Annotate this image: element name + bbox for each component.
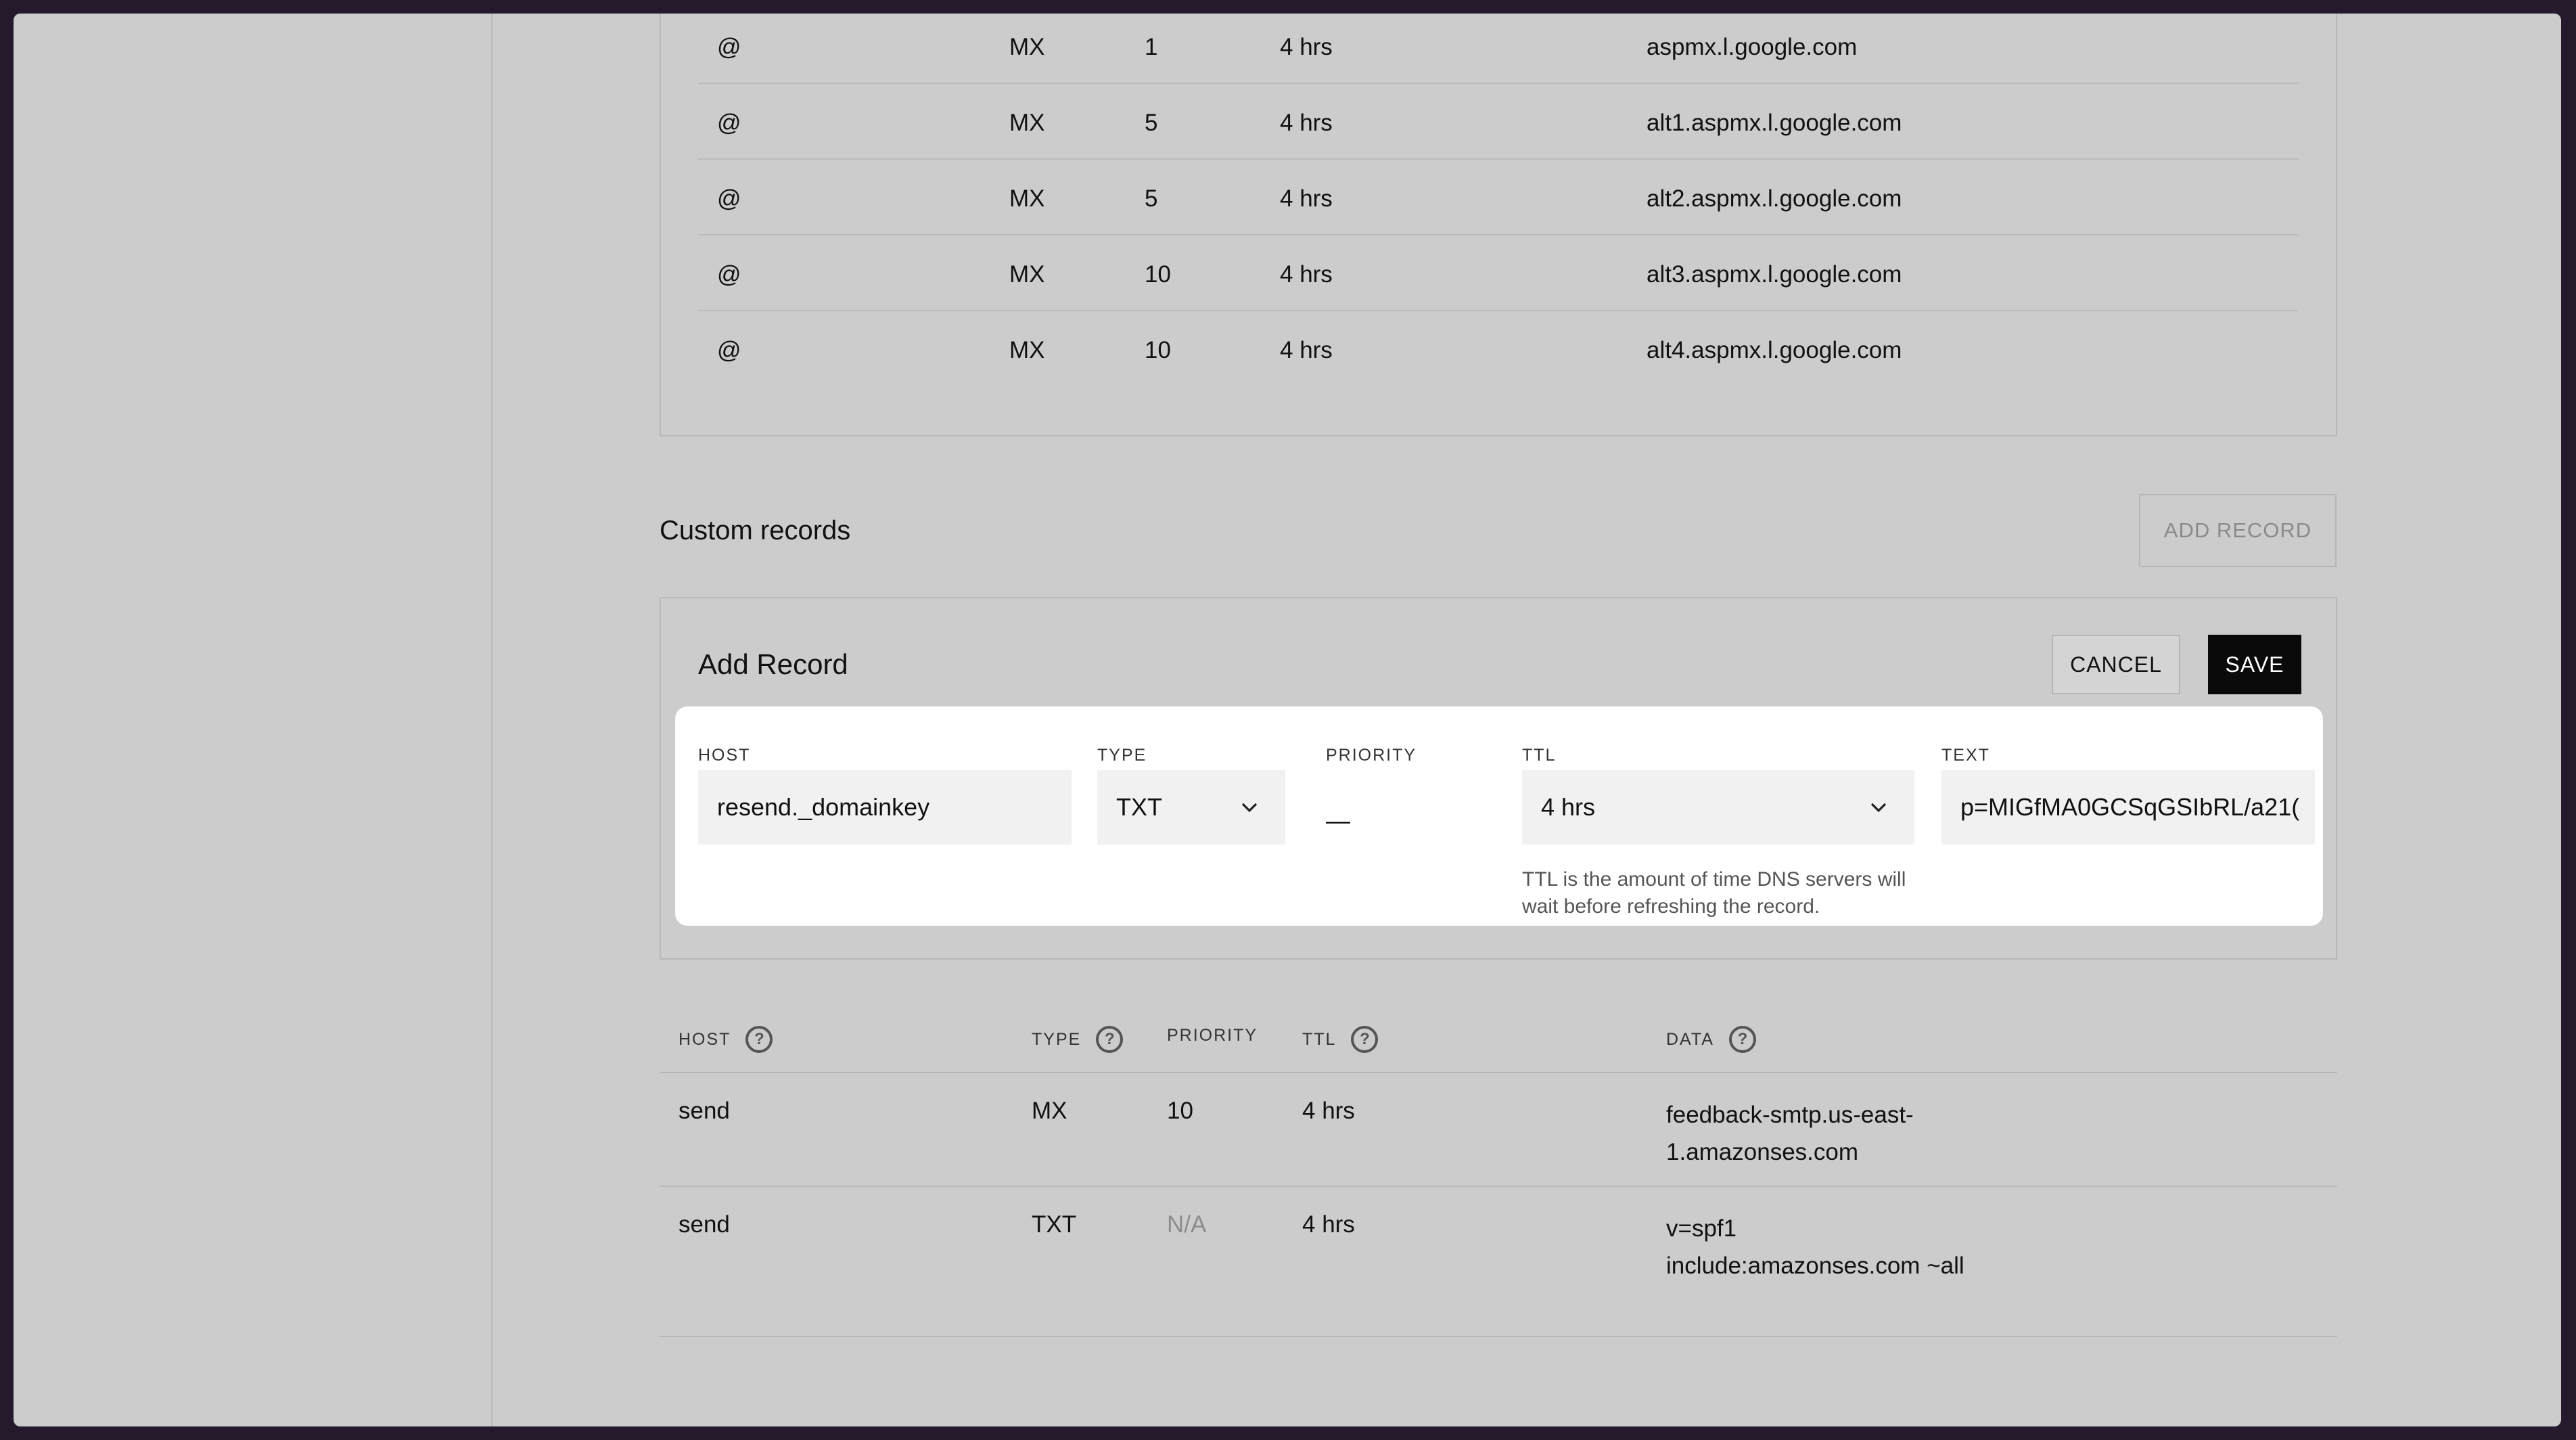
record-type: TXT [1032, 1211, 1077, 1238]
host-label: HOST [698, 746, 751, 765]
record-host: @ [717, 185, 741, 212]
table-row: @ MX 10 4 hrs alt3.aspmx.l.google.com [698, 235, 2299, 311]
add-record-form: HOST resend._domainkey TYPE TXT PRIORITY… [675, 706, 2323, 926]
record-data: aspmx.l.google.com [1647, 34, 1858, 60]
type-select[interactable]: TXT [1097, 770, 1285, 845]
record-ttl: 4 hrs [1302, 1211, 1355, 1238]
record-data: alt1.aspmx.l.google.com [1647, 110, 1902, 136]
record-type: MX [1009, 337, 1045, 363]
column-header-type: TYPE ? [1032, 1026, 1124, 1053]
add-record-title: Add Record [698, 648, 848, 680]
column-header-ttl: TTL ? [1302, 1026, 1379, 1053]
table-row: send MX 10 4 hrs feedback-smtp.us-east-1… [660, 1073, 2337, 1187]
record-data: alt4.aspmx.l.google.com [1647, 337, 1902, 363]
help-icon[interactable]: ? [745, 1026, 773, 1053]
record-data: alt2.aspmx.l.google.com [1647, 185, 1902, 212]
cancel-button[interactable]: CANCEL [2052, 635, 2180, 694]
column-header-label: DATA [1666, 1029, 1714, 1049]
record-priority: 5 [1145, 185, 1158, 212]
chevron-down-icon [1241, 803, 1258, 813]
column-header-label: HOST [678, 1029, 731, 1049]
record-data: alt3.aspmx.l.google.com [1647, 261, 1902, 288]
record-priority: 10 [1145, 261, 1171, 288]
help-icon[interactable]: ? [1728, 1026, 1756, 1053]
record-host: @ [717, 110, 741, 136]
help-icon[interactable]: ? [1096, 1026, 1124, 1053]
record-ttl: 4 hrs [1302, 1098, 1355, 1124]
record-type: MX [1009, 261, 1045, 288]
help-icon[interactable]: ? [1351, 1026, 1379, 1053]
type-label: TYPE [1097, 746, 1147, 765]
record-type: MX [1032, 1098, 1067, 1124]
record-type: MX [1009, 110, 1045, 136]
ttl-label: TTL [1522, 746, 1557, 765]
record-type: MX [1009, 34, 1045, 60]
host-input[interactable]: resend._domainkey [698, 770, 1072, 845]
chevron-down-icon [1870, 803, 1887, 813]
table-row: @ MX 10 4 hrs alt4.aspmx.l.google.com [698, 311, 2299, 387]
record-host: @ [717, 261, 741, 288]
record-priority: 1 [1145, 34, 1158, 60]
column-header-host: HOST ? [678, 1026, 773, 1053]
records-table-header: HOST ? TYPE ? PRIORITY TTL ? DATA ? [660, 1002, 2337, 1073]
table-row: send TXT N/A 4 hrs v=spf1 include:amazon… [660, 1187, 2337, 1337]
column-header-data: DATA ? [1666, 1026, 1756, 1053]
record-priority: 5 [1145, 110, 1158, 136]
record-ttl: 4 hrs [1280, 34, 1333, 60]
text-label: TEXT [1941, 746, 1990, 765]
record-ttl: 4 hrs [1280, 261, 1333, 288]
dns-settings-content: @ MX 1 4 hrs aspmx.l.google.com @ MX 5 4… [14, 14, 2561, 1426]
record-priority: N/A [1167, 1211, 1207, 1238]
table-row: @ MX 1 4 hrs aspmx.l.google.com [698, 14, 2299, 84]
record-type: MX [1009, 185, 1045, 212]
record-host: @ [717, 337, 741, 363]
record-data: feedback-smtp.us-east-1.amazonses.com [1666, 1102, 1914, 1165]
column-header-label: PRIORITY [1167, 1026, 1258, 1045]
column-header-label: TYPE [1032, 1029, 1082, 1049]
google-mx-records-panel: @ MX 1 4 hrs aspmx.l.google.com @ MX 5 4… [660, 14, 2337, 436]
ttl-select[interactable]: 4 hrs [1522, 770, 1914, 845]
record-priority: 10 [1145, 337, 1171, 363]
text-input[interactable]: p=MIGfMA0GCSqGSIbRL/a21( [1941, 770, 2315, 845]
table-row: @ MX 5 4 hrs alt2.aspmx.l.google.com [698, 160, 2299, 235]
record-data: v=spf1 include:amazonses.com ~all [1666, 1215, 1964, 1279]
section-title: Custom records [660, 516, 851, 545]
column-header-label: TTL [1302, 1029, 1337, 1049]
priority-value: — [1326, 807, 1350, 834]
record-ttl: 4 hrs [1280, 337, 1333, 363]
add-record-button[interactable]: ADD RECORD [2139, 494, 2337, 567]
column-header-priority: PRIORITY [1167, 1026, 1258, 1045]
record-host: send [678, 1211, 730, 1238]
ttl-select-value: 4 hrs [1541, 793, 1596, 821]
ttl-help-text: TTL is the amount of time DNS servers wi… [1522, 868, 1906, 918]
record-priority: 10 [1167, 1098, 1193, 1124]
record-ttl: 4 hrs [1280, 185, 1333, 212]
table-row: @ MX 5 4 hrs alt1.aspmx.l.google.com [698, 84, 2299, 160]
priority-label: PRIORITY [1326, 746, 1417, 765]
save-button[interactable]: SAVE [2208, 635, 2301, 694]
record-ttl: 4 hrs [1280, 110, 1333, 136]
app-window: @ MX 1 4 hrs aspmx.l.google.com @ MX 5 4… [14, 14, 2561, 1426]
record-host: @ [717, 34, 741, 60]
record-host: send [678, 1098, 730, 1124]
type-select-value: TXT [1116, 793, 1162, 821]
